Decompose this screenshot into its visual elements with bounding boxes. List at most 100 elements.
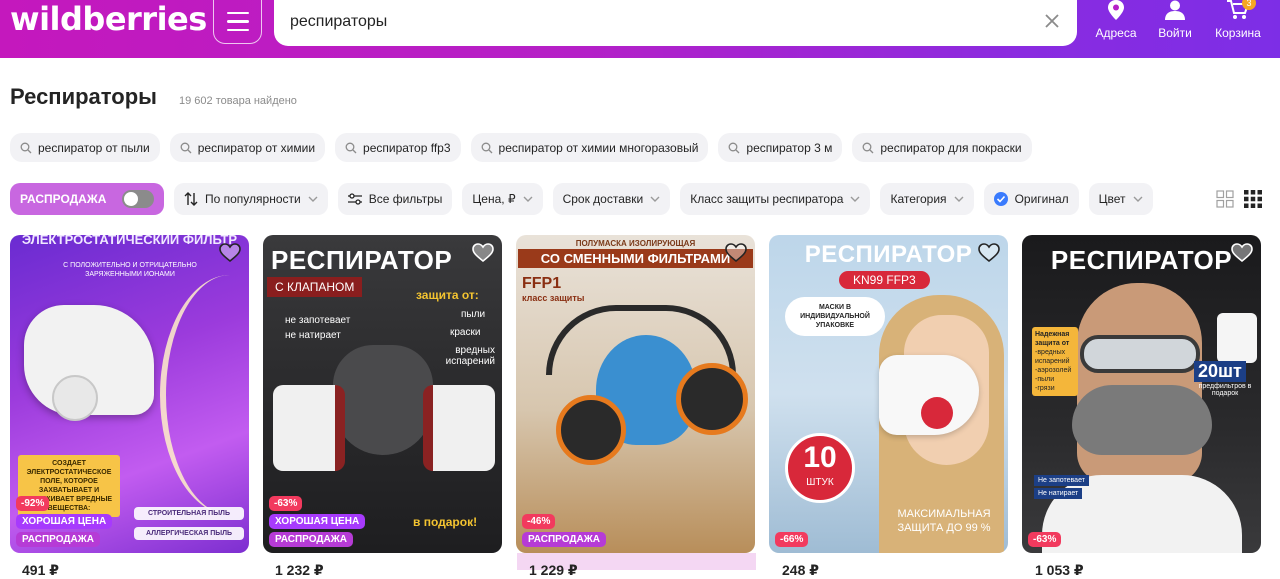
discount-badge: -46% bbox=[522, 514, 556, 529]
count-number: 10 bbox=[803, 441, 837, 474]
delivery-filter-label: Срок доставки bbox=[562, 192, 644, 206]
product-grid: ЭЛЕКТРОСТАТИЧЕСКИЙ ФИЛЬТР С ПОЛОЖИТЕЛЬНО… bbox=[10, 235, 1261, 553]
verified-check-icon bbox=[993, 192, 1008, 206]
search-icon bbox=[481, 142, 492, 153]
product-price: 1 232 ₽ bbox=[275, 562, 324, 578]
color-filter-label: Цвет bbox=[1098, 192, 1126, 206]
sale-badge: РАСПРОДАЖА bbox=[269, 532, 353, 547]
wildberries-logo[interactable]: wildberries bbox=[10, 0, 207, 38]
category-filter-label: Категория bbox=[890, 192, 947, 206]
protection-class-filter[interactable]: Класс защиты респиратора bbox=[680, 183, 871, 215]
suggestion-label: респиратор 3 м bbox=[746, 140, 833, 155]
protect-item: -вредных испарений bbox=[1035, 349, 1070, 365]
search-input[interactable] bbox=[290, 10, 990, 34]
chevron-down-icon bbox=[850, 196, 860, 202]
card-tag: СТРОИТЕЛЬНАЯ ПЫЛЬ bbox=[134, 507, 244, 520]
filter-left-image bbox=[556, 395, 626, 465]
protect-title: Надежная защита от bbox=[1035, 331, 1070, 347]
protection-class-label: Класс защиты респиратора bbox=[690, 192, 844, 206]
delivery-filter[interactable]: Срок доставки bbox=[552, 183, 671, 215]
heart-icon[interactable] bbox=[219, 243, 241, 263]
login-button[interactable]: Войти bbox=[1145, 0, 1205, 46]
search-icon bbox=[728, 142, 740, 153]
card-top-label: ПОЛУМАСКА ИЗОЛИРУЮЩАЯ bbox=[575, 239, 696, 248]
chevron-down-icon bbox=[523, 196, 533, 202]
product-card[interactable]: РЕСПИРАТОР С КЛАПАНОМ защита от: пыли кр… bbox=[263, 235, 502, 553]
card-headline: РЕСПИРАТОР bbox=[1050, 245, 1233, 275]
all-filters-label: Все фильтры bbox=[368, 192, 443, 206]
chevron-down-icon bbox=[650, 196, 660, 202]
card-headline: РЕСПИРАТОР bbox=[804, 241, 973, 268]
good-price-badge: ХОРОШАЯ ЦЕНА bbox=[16, 514, 113, 529]
shirt-image bbox=[1042, 475, 1242, 553]
card-headline: ЭЛЕКТРОСТАТИЧЕСКИЙ ФИЛЬТР bbox=[21, 235, 238, 247]
filters-bar: РАСПРОДАЖА По популярности Все фильтры Ц… bbox=[10, 183, 1153, 215]
gift-label: в подарок! bbox=[413, 515, 478, 529]
protection-class: FFP1 bbox=[522, 275, 562, 292]
grid-large-icon[interactable] bbox=[1216, 190, 1234, 208]
user-icon bbox=[1165, 0, 1185, 20]
respirator-image bbox=[333, 345, 433, 455]
suggestion-chip[interactable]: респиратор от пыли bbox=[10, 133, 160, 162]
sale-toggle[interactable]: РАСПРОДАЖА bbox=[10, 183, 164, 215]
prefilter-label: предфильтров в подарок bbox=[1198, 383, 1252, 397]
suggestion-chip[interactable]: респиратор для покраски bbox=[852, 133, 1032, 162]
feature-item: Не натирает bbox=[1034, 488, 1083, 499]
protect-box: Надежная защита от -вредных испарений -а… bbox=[1032, 327, 1078, 396]
card-headline: РЕСПИРАТОР bbox=[271, 245, 453, 275]
product-card[interactable]: РЕСПИРАТОР KN99 FFP3 МАСКИ В ИНДИВИДУАЛЬ… bbox=[769, 235, 1008, 553]
product-card[interactable]: ПОЛУМАСКА ИЗОЛИРУЮЩАЯ СО СМЕННЫМИ ФИЛЬТР… bbox=[516, 235, 755, 553]
suggestion-chip[interactable]: респиратор 3 м bbox=[718, 133, 843, 162]
search-suggestions: респиратор от пыли респиратор от химии р… bbox=[10, 133, 1032, 162]
protect-item: пыли bbox=[461, 309, 486, 320]
grid-small-icon[interactable] bbox=[1244, 190, 1262, 208]
suggestion-chip[interactable]: респиратор ffp3 bbox=[335, 133, 461, 162]
sliders-icon bbox=[347, 193, 362, 205]
addresses-label: Адреса bbox=[1095, 26, 1137, 40]
feature-item: Не запотевает bbox=[1034, 475, 1089, 486]
product-card[interactable]: ЭЛЕКТРОСТАТИЧЕСКИЙ ФИЛЬТР С ПОЛОЖИТЕЛЬНО… bbox=[10, 235, 249, 553]
card-tag: АЛЛЕРГИЧЕСКАЯ ПЫЛЬ bbox=[134, 527, 244, 540]
sort-label: По популярности bbox=[205, 192, 301, 206]
all-filters-button[interactable]: Все фильтры bbox=[337, 183, 453, 215]
addresses-button[interactable]: Адреса bbox=[1086, 0, 1146, 46]
filter-right-image bbox=[676, 363, 748, 435]
color-filter[interactable]: Цвет bbox=[1088, 183, 1153, 215]
suggestion-label: респиратор для покраски bbox=[880, 140, 1022, 155]
heart-icon[interactable] bbox=[472, 243, 494, 263]
heart-icon[interactable] bbox=[1231, 243, 1253, 263]
close-icon[interactable] bbox=[1043, 12, 1061, 30]
menu-icon-line bbox=[226, 28, 249, 32]
suggestion-chip[interactable]: респиратор от химии многоразовый bbox=[470, 133, 709, 162]
original-filter-label: Оригинал bbox=[1014, 192, 1069, 206]
toggle-switch[interactable] bbox=[122, 190, 154, 208]
header: wildberries Адреса Войти 3 Корзина bbox=[0, 0, 1280, 58]
cart-count-badge: 3 bbox=[1242, 0, 1256, 10]
search-icon bbox=[20, 142, 32, 153]
count-label: ШТУК bbox=[806, 477, 834, 488]
menu-icon-line bbox=[226, 11, 249, 15]
sort-dropdown[interactable]: По популярности bbox=[174, 183, 328, 215]
category-filter[interactable]: Категория bbox=[880, 183, 974, 215]
glow-arc bbox=[160, 275, 249, 515]
original-filter[interactable]: Оригинал bbox=[983, 183, 1079, 215]
filter-right-image bbox=[423, 385, 495, 471]
protect-item: -аэрозолей bbox=[1035, 367, 1072, 374]
menu-button[interactable] bbox=[213, 0, 262, 44]
prefilters-image bbox=[1217, 313, 1257, 363]
discount-badge: -63% bbox=[269, 496, 303, 511]
suggestion-label: респиратор от химии многоразовый bbox=[498, 140, 699, 155]
suggestion-label: респиратор от пыли bbox=[38, 140, 150, 155]
results-count: 19 602 товара найдено bbox=[179, 95, 297, 107]
suggestion-chip[interactable]: респиратор от химии bbox=[169, 133, 326, 162]
heart-icon[interactable] bbox=[725, 243, 747, 263]
sale-badge: РАСПРОДАЖА bbox=[522, 532, 606, 547]
card-badges: -46% РАСПРОДАЖА bbox=[522, 514, 606, 547]
suggestion-label: респиратор ffp3 bbox=[363, 140, 451, 155]
pack-label: МАСКИ В ИНДИВИДУАЛЬНОЙ УПАКОВКЕ bbox=[785, 297, 885, 336]
search-icon bbox=[345, 142, 357, 153]
product-card[interactable]: РЕСПИРАТОР Надежная защита от -вредных и… bbox=[1022, 235, 1261, 553]
cart-button[interactable]: 3 Корзина bbox=[1208, 0, 1268, 46]
price-filter[interactable]: Цена, ₽ bbox=[462, 183, 543, 215]
heart-icon[interactable] bbox=[978, 243, 1000, 263]
